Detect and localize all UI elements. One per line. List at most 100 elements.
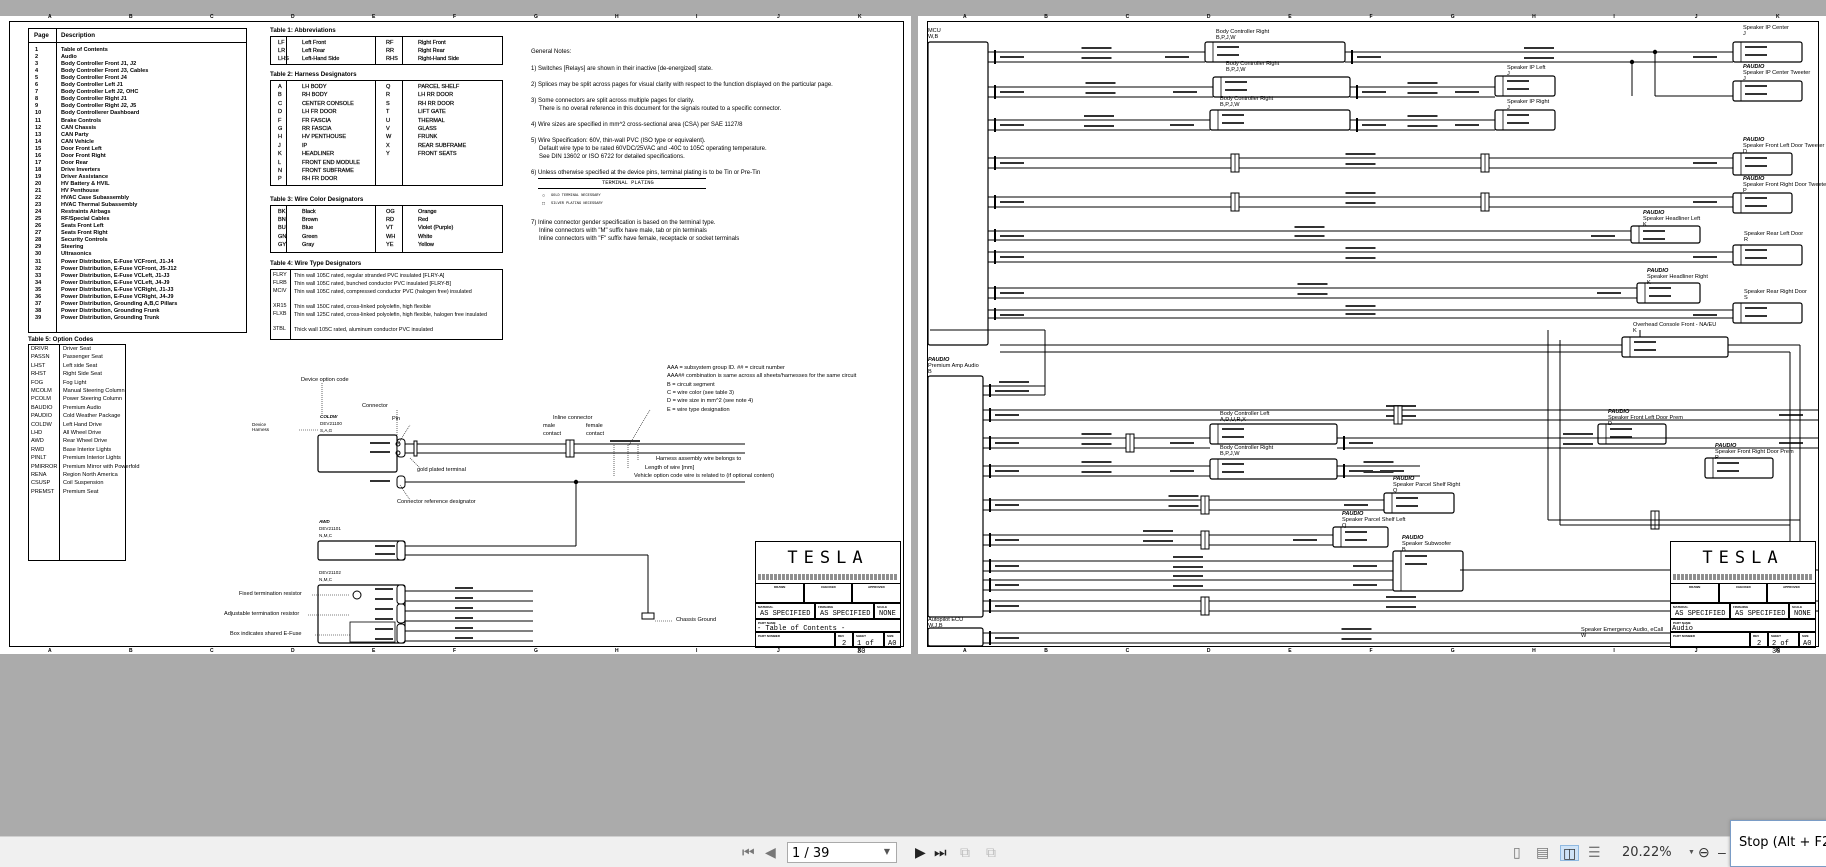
wire-label-mark [1173,566,1203,568]
toc-description: CAN Vehicle [61,138,94,145]
table-cell: PARCEL SHELF [418,84,460,90]
wire-label-mark [995,442,1019,444]
twist-icon [989,408,991,422]
wire-label-mark [1000,91,1024,93]
table-cell: Region North America [63,472,118,478]
wire-label-mark [1168,495,1199,497]
wire-label-mark [1524,47,1554,49]
wire-label-mark [1362,124,1386,126]
table-cell: U [386,117,391,124]
wire-label-mark [1507,122,1529,124]
label-adjustable-termination: Adjustable termination resistor [224,611,300,617]
table-cell: R [386,92,391,99]
zoom-level[interactable]: 20.22% [1622,845,1672,860]
table-cell: Red [418,217,429,224]
table-cell: RENA [31,472,47,478]
wire-label-mark [1745,197,1767,199]
table-of-contents: Page Description 1 Table of Contents 2 Audi… [28,28,247,333]
first-page-button[interactable]: ⏮ [742,845,755,859]
wire-label-mark [995,539,1019,541]
wire-label-mark [1563,443,1593,445]
toc-page-number: 32 [35,265,42,272]
two-page-view-icon[interactable]: ◫ [1560,845,1580,861]
table-cell: FR FASCIA [302,117,331,124]
go-forward-view-icon[interactable]: ⧉ [986,845,996,859]
label-harness: Harness [252,427,270,432]
wire-label-mark [1405,563,1427,565]
twist-icon [989,464,991,478]
approved-cell: APPROVED [1767,583,1816,603]
wire [399,484,411,501]
device-harness: K [1643,222,1647,228]
wire-label-mark [1005,390,1029,392]
table-cell: FLRB [273,280,287,286]
viewer-toolbar: ⏮ ◀ 1 / 39 ▼ ▶ ⏭ ⧉ ⧉ ▯ ▤ ◫ ☰ 20.22% ▼ ⊖ – [0,836,1826,867]
table-cell: BAUDIO [31,404,53,411]
toc-description: Restraints Airbags [61,209,111,216]
silver-square-icon: □ [542,201,546,207]
zoom-dropdown-icon[interactable]: ▼ [1688,849,1695,856]
zoom-slider[interactable]: – [1718,845,1726,859]
toc-page-number: 31 [35,258,42,265]
table-cell: COLDW [31,421,52,428]
wire-label-mark [1217,54,1239,56]
go-back-view-icon[interactable]: ⧉ [960,845,970,859]
toc-page-number: 25 [35,216,42,223]
wire-label-mark [1353,565,1377,567]
device-box [317,584,406,644]
continuous-view-icon[interactable]: ▤ [1536,845,1549,859]
last-page-button[interactable]: ⏭ [934,845,947,859]
wire-label-mark [1597,292,1621,294]
page-number-input[interactable]: 1 / 39 ▼ [787,842,897,863]
part-number-cell: PART NUMBER [755,632,835,648]
two-page-continuous-view-icon[interactable]: ☰ [1588,845,1601,859]
note-7b: Inline connectors with "M" suffix have m… [539,228,707,234]
wire-label-mark [1165,56,1189,58]
part-name-cell: PART NAME Audio [1670,619,1816,633]
single-page-view-icon[interactable]: ▯ [1513,845,1521,859]
wire-label-mark [1396,497,1418,499]
page-dropdown-icon[interactable]: ▼ [884,847,890,856]
previous-page-button[interactable]: ◀ [765,845,776,859]
toc-page-number: 22 [35,195,42,202]
device-name: Premium Amp Audio [928,363,979,369]
sheet-cell: SHEET 1 of 30 [853,632,884,656]
size-cell: SIZE A0 [1799,632,1816,648]
next-page-button[interactable]: ▶ [915,845,926,859]
table-cell: Q [386,84,391,90]
toc-page-number: 16 [35,152,42,159]
wire-label-mark [1294,235,1325,237]
title-block: TESLA DRAWN CHECKED APPROVED MATERIAL AS SPEC… [1670,541,1816,656]
table-cell: PCOLM [31,396,51,403]
twist-icon [994,85,996,99]
harness-designators-table: A LH BODY Q PARCEL SHELF B RH BODY R LH RR DOOR… [270,80,503,186]
wire-label-mark [1507,114,1529,116]
table-cell: Thick wall 105C rated, aluminum conducto… [294,327,434,333]
twist-icon [994,308,996,320]
device-harness: K [1633,328,1637,334]
device-name: Speaker IP Center Tweeter [1743,70,1811,76]
wire-label-mark [1222,463,1244,465]
table-cell: Passenger Seat [63,354,103,361]
wire-label-mark [370,442,390,444]
wire-label-mark [1693,162,1717,164]
wire-label-mark [375,608,393,610]
table-cell: RF [386,40,394,46]
option-codes-table: DRIVR Driver Seat PASSN Passenger Seat LHST L… [28,344,139,561]
table-cell: BU [278,225,286,232]
toc-page-number: 2 [35,54,39,61]
zoom-out-icon[interactable]: ⊖ [1698,845,1710,859]
table-cell: W [386,134,392,141]
table-cell: X [386,142,390,149]
wire-label-mark [995,584,1019,586]
table-cell: Right Side Seat [63,371,102,378]
table-cell: HEADLINER [302,151,335,158]
toc-header-page: Page [34,32,49,39]
wire-label-mark [1745,315,1767,317]
table-cell: REAR SUBFRAME [418,142,467,149]
table-cell: GN [278,233,287,240]
table-cell: Orange [418,209,437,215]
wire-label-mark [1386,596,1416,598]
toc-description: Body Controller Front J3, Cables [61,68,149,75]
table-cell: Right Front [418,40,446,46]
